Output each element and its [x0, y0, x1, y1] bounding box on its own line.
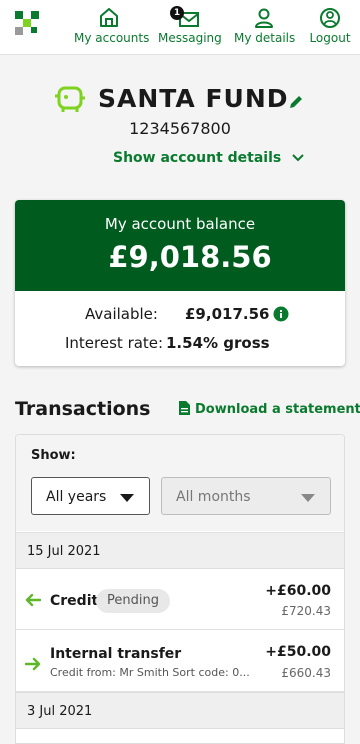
interest-rate-label: Interest rate: [65, 334, 164, 352]
logout-icon [320, 8, 340, 28]
show-filter-label: Show: [31, 448, 76, 463]
bank-logo[interactable] [15, 11, 45, 41]
account-header: SANTA FUND [0, 85, 360, 115]
nav-my-accounts[interactable]: My accounts [74, 7, 150, 51]
nav-logout-label: Logout [309, 31, 351, 45]
interest-rate-value: 1.54% gross [166, 334, 270, 352]
nav-messaging[interactable]: 1 Messaging [158, 6, 222, 51]
transaction-amount: +£50.00 [265, 644, 331, 660]
download-statement-label: Download a statement [195, 402, 360, 417]
show-account-details-link[interactable]: Show account details [113, 150, 304, 166]
available-value: £9,017.56 [185, 305, 270, 323]
account-name: SANTA FUND [98, 84, 289, 113]
document-icon [179, 401, 190, 415]
transactions-panel: Show: All years All months 15 Jul 2021 C… [15, 434, 345, 744]
account-number: 1234567800 [129, 119, 231, 138]
show-account-details-label: Show account details [113, 150, 282, 166]
download-statement-link[interactable]: Download a statement [179, 401, 360, 417]
transaction-amount: +£60.00 [265, 583, 331, 599]
transaction-detail: Credit from: Mr Smith Sort code: 0... [50, 666, 250, 679]
available-label: Available: [85, 305, 158, 323]
date-group-header: 3 Jul 2021 [16, 692, 344, 729]
balance-card: My account balance £9,018.56 Available: … [15, 200, 345, 366]
nav-my-accounts-label: My accounts [74, 31, 150, 45]
months-select[interactable]: All months [161, 477, 331, 515]
chevron-down-icon [292, 154, 304, 162]
caret-down-icon [120, 494, 134, 502]
transaction-row[interactable]: Internal transfer Credit from: Mr Smith … [16, 631, 344, 692]
running-balance: £660.43 [281, 666, 331, 680]
nav-my-details[interactable]: My details [234, 7, 296, 51]
transaction-name: Credit [50, 593, 99, 609]
top-navigation: My accounts 1 Messaging My details Logou… [0, 0, 360, 55]
unread-count: 1 [170, 6, 184, 20]
arrow-right-icon [25, 657, 41, 671]
transactions-heading: Transactions [15, 398, 151, 420]
months-select-value: All months [176, 489, 251, 505]
years-select-value: All years [46, 489, 107, 505]
piggy-bank-icon [55, 86, 85, 112]
balance-value: £9,018.56 [108, 240, 272, 274]
caret-down-icon [301, 494, 315, 502]
transaction-row[interactable]: Credit Pending +£60.00 £720.43 [16, 569, 344, 630]
transaction-name: Internal transfer [50, 646, 182, 662]
nav-logout[interactable]: Logout [308, 7, 352, 51]
pending-badge: Pending [96, 589, 170, 613]
nav-my-details-label: My details [234, 31, 296, 45]
running-balance: £720.43 [281, 604, 331, 618]
info-icon[interactable] [273, 306, 289, 322]
arrow-left-icon [25, 593, 41, 607]
date-group-header: 15 Jul 2021 [16, 532, 344, 569]
edit-pencil-icon[interactable] [288, 94, 304, 110]
nav-messaging-label: Messaging [158, 31, 222, 45]
filter-area: Show: All years All months [16, 435, 344, 531]
home-icon [100, 8, 118, 27]
person-icon [255, 8, 273, 28]
balance-label: My account balance [104, 215, 256, 233]
years-select[interactable]: All years [31, 477, 150, 515]
balance-header: My account balance £9,018.56 [15, 200, 345, 291]
